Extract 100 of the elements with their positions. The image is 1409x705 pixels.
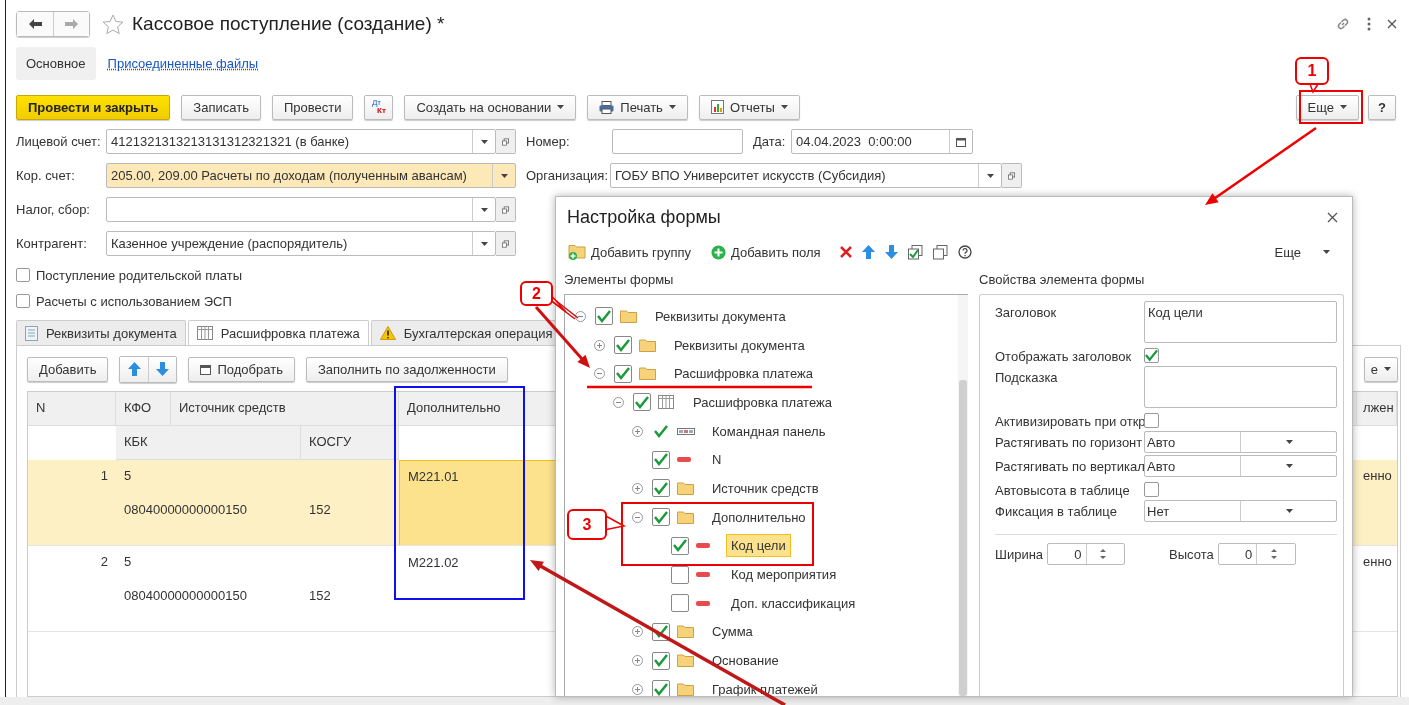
tree-item[interactable]: Дополнительно — [707, 505, 811, 529]
tree-item[interactable]: Командная панель — [707, 419, 831, 443]
horizontal-scrollbar[interactable] — [0, 697, 1409, 705]
toolbar-button[interactable]: Записать — [181, 94, 261, 120]
tree-item[interactable]: Сумма — [707, 620, 758, 644]
checkbox[interactable] — [1144, 348, 1159, 363]
number-field[interactable]: 0 — [1217, 543, 1296, 565]
move-down-button[interactable] — [148, 356, 177, 382]
checkbox[interactable] — [614, 336, 632, 355]
close-icon[interactable] — [1387, 19, 1397, 29]
open-button[interactable] — [1002, 163, 1022, 188]
folder-icon — [677, 682, 694, 696]
star-icon[interactable] — [102, 13, 124, 35]
checkbox[interactable] — [595, 307, 613, 326]
arrow-up-icon — [861, 245, 875, 259]
open-button[interactable] — [496, 129, 516, 154]
input-field[interactable]: Казенное учреждение (распорядитель) — [106, 231, 496, 256]
checkbox[interactable] — [671, 536, 689, 555]
tree-item[interactable]: Источник средств — [707, 476, 824, 500]
back-button[interactable] — [17, 12, 53, 36]
checkbox[interactable] — [1144, 482, 1159, 497]
collapse-icon[interactable] — [574, 310, 586, 322]
toolbar-button[interactable]: Создать на основании — [404, 94, 577, 120]
column-header: КБК — [116, 426, 301, 460]
expand-icon[interactable] — [593, 339, 605, 351]
toolbar-button[interactable]: Провести — [271, 94, 354, 120]
text-area[interactable] — [1144, 366, 1337, 408]
collapse-icon[interactable] — [631, 511, 643, 523]
text-area[interactable]: Код цели — [1144, 301, 1337, 343]
tree-item[interactable]: Реквизиты документа — [650, 304, 791, 328]
more-button[interactable]: Еще — [1268, 243, 1336, 261]
expand-icon[interactable] — [631, 626, 643, 638]
tab[interactable]: Реквизиты документа — [16, 320, 186, 345]
select-field[interactable]: Авто — [1144, 431, 1337, 453]
tab[interactable]: Расшифровка платежа — [187, 320, 369, 345]
property-label: Заголовок — [995, 304, 1058, 320]
close-button[interactable] — [1327, 211, 1338, 223]
tree-item[interactable]: Расшифровка платежа — [669, 362, 818, 386]
toolbar-button[interactable]: Отчеты — [698, 94, 800, 120]
input-field[interactable]: ГОБУ ВПО Университет искусств (Субсидия) — [610, 163, 1002, 188]
checkbox[interactable] — [652, 479, 670, 498]
tree-item[interactable]: Основание — [707, 649, 784, 673]
link-icon[interactable] — [1335, 16, 1351, 32]
checkbox[interactable] — [1144, 413, 1159, 428]
expand-icon[interactable] — [631, 655, 643, 667]
tree-item[interactable]: Доп. классификация — [726, 591, 861, 615]
input-field[interactable]: 4121321313213131312321321 (в банке) — [106, 129, 496, 154]
open-button[interactable] — [496, 197, 516, 222]
move-up-button[interactable] — [120, 356, 149, 382]
checkbox[interactable] — [633, 393, 651, 412]
checkbox[interactable] — [652, 450, 670, 469]
checkbox[interactable] — [652, 680, 670, 696]
tree-item[interactable]: Код цели — [726, 534, 791, 558]
input-field[interactable] — [612, 129, 743, 154]
more-button[interactable]: е — [1363, 356, 1398, 382]
checkbox[interactable] — [16, 294, 30, 308]
tree-item[interactable]: N — [707, 448, 727, 472]
collapse-icon[interactable] — [612, 396, 624, 408]
close-icon — [1327, 211, 1338, 223]
field-icon — [696, 572, 710, 578]
more-button[interactable]: Еще — [1295, 94, 1359, 120]
date-field[interactable]: 04.04.2023 0:00:00 — [791, 129, 973, 154]
calendar-icon — [956, 136, 966, 147]
checkbox[interactable] — [614, 364, 632, 383]
post-and-close-button[interactable]: Провести и закрыть — [16, 94, 171, 120]
column-header: N — [28, 392, 116, 426]
checkbox[interactable] — [16, 268, 30, 282]
check-icon[interactable] — [654, 424, 668, 438]
more-icon[interactable] — [1367, 17, 1371, 31]
dt-kt-button[interactable]: Дт Кт — [364, 94, 394, 120]
input-field[interactable]: 205.00, 209.00 Расчеты по доходам (полученным авансам) — [106, 163, 516, 188]
pick-button[interactable]: Подобрать — [188, 356, 295, 382]
field-icon — [696, 543, 710, 549]
collapse-icon[interactable] — [593, 368, 605, 380]
tree-item[interactable]: Расшифровка платежа — [688, 390, 837, 414]
input-field[interactable] — [106, 197, 496, 222]
scrollbar[interactable] — [959, 380, 967, 696]
expand-icon[interactable] — [631, 683, 643, 695]
checkbox[interactable] — [652, 651, 670, 670]
check-all-icon — [907, 244, 923, 260]
toolbar-button[interactable]: Добавить группу — [564, 244, 695, 260]
open-button[interactable] — [496, 231, 516, 256]
select-field[interactable]: Нет — [1144, 500, 1337, 522]
toolbar-button[interactable]: Добавить поля — [707, 244, 825, 260]
checkbox[interactable] — [671, 594, 689, 613]
expand-icon[interactable] — [631, 482, 643, 494]
section-tab[interactable]: Присоединенные файлы — [103, 47, 263, 80]
add-button[interactable]: Добавить — [27, 356, 109, 382]
toolbar-button[interactable]: Печать — [587, 94, 688, 120]
property-label: Фиксация в таблице — [995, 503, 1118, 519]
number-field[interactable]: 0 — [1047, 543, 1126, 565]
fill-button[interactable]: Заполнить по задолженности — [305, 356, 508, 382]
expand-icon[interactable] — [631, 425, 643, 437]
tree-item[interactable]: Реквизиты документа — [669, 333, 810, 357]
help-button[interactable]: ? — [1368, 94, 1396, 120]
select-field[interactable]: Авто — [1144, 455, 1337, 477]
tree-item[interactable]: Код мероприятия — [726, 563, 842, 587]
tree-item[interactable]: График платежей — [707, 677, 823, 696]
section-tab[interactable]: Основное — [16, 47, 96, 80]
checkbox[interactable] — [652, 508, 670, 527]
